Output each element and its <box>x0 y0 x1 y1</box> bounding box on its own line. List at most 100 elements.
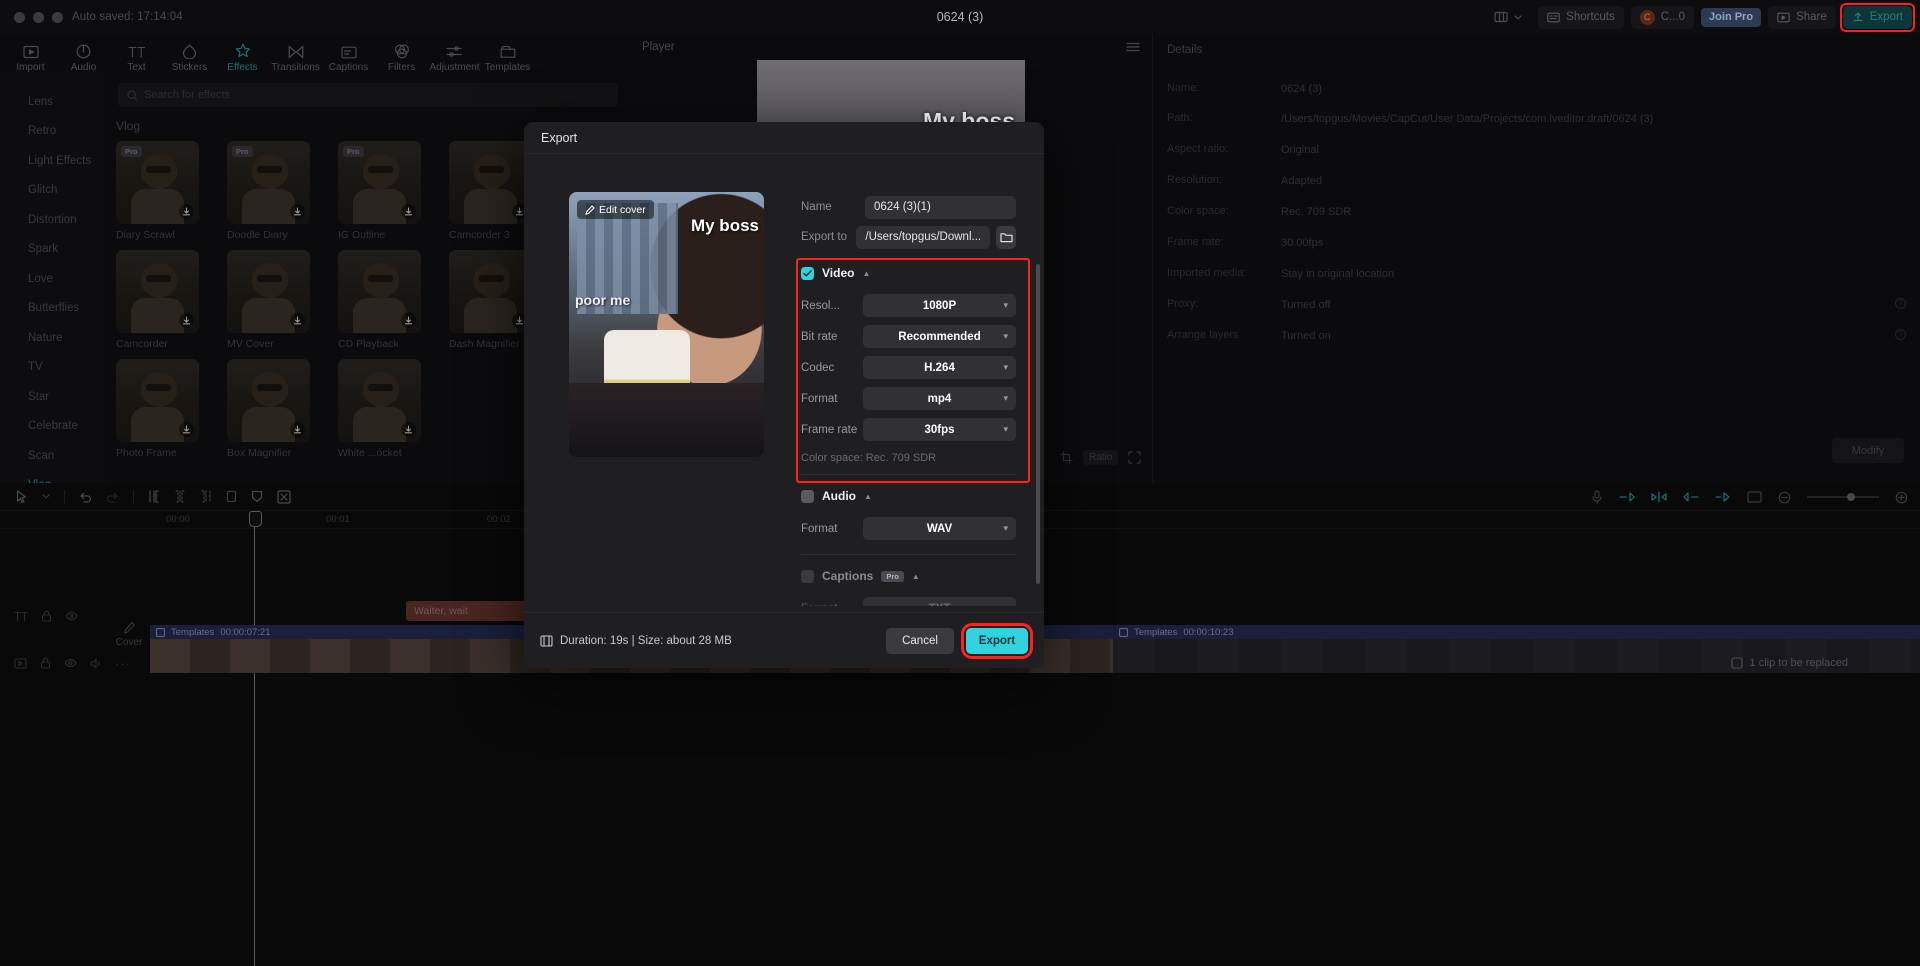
cancel-button[interactable]: Cancel <box>886 627 954 654</box>
name-input[interactable]: 0624 (3)(1) <box>865 195 1016 219</box>
account-button[interactable]: C C...0 <box>1630 5 1695 29</box>
help-icon[interactable]: ? <box>1895 298 1906 310</box>
trim-left-icon[interactable] <box>174 490 186 503</box>
lock-icon[interactable] <box>41 610 52 622</box>
browse-folder-button[interactable] <box>996 225 1016 249</box>
keyframe-next-icon[interactable] <box>1683 491 1699 503</box>
category-vlog[interactable]: Vlog <box>0 471 108 483</box>
join-pro-button[interactable]: Join Pro <box>1701 7 1762 27</box>
zoom-slider[interactable] <box>1807 493 1879 501</box>
audio-checkbox[interactable] <box>801 489 814 503</box>
effect-thumbnail[interactable] <box>227 250 310 333</box>
effect-item[interactable]: Camcorder <box>116 250 199 350</box>
eye-icon[interactable] <box>64 658 77 668</box>
download-icon[interactable] <box>179 204 194 219</box>
effect-item[interactable]: Camcorder 3 <box>449 141 532 241</box>
tab-transitions[interactable]: Transitions <box>269 41 322 73</box>
split-icon[interactable] <box>148 490 160 503</box>
search-input[interactable] <box>144 89 609 101</box>
effect-thumbnail[interactable]: Pro <box>227 141 310 224</box>
playhead[interactable] <box>249 511 262 966</box>
category-tv[interactable]: TV <box>0 353 108 383</box>
framerate-select[interactable]: 30fps ▾ <box>863 418 1016 441</box>
codec-select[interactable]: H.264 ▾ <box>863 356 1016 379</box>
tab-stickers[interactable]: Stickers <box>163 41 216 73</box>
effect-thumbnail[interactable] <box>449 141 532 224</box>
download-icon[interactable] <box>290 422 305 437</box>
cover-preview[interactable]: Edit cover My boss poor me <box>569 192 764 457</box>
effect-item[interactable]: Box Magnifier <box>227 359 310 459</box>
category-light-effects[interactable]: Light Effects <box>0 146 108 176</box>
download-icon[interactable] <box>290 313 305 328</box>
volume-icon[interactable] <box>90 658 102 669</box>
export-top-button[interactable]: Export <box>1842 5 1912 29</box>
tab-adjustment[interactable]: Adjustment <box>428 41 481 73</box>
download-icon[interactable] <box>401 204 416 219</box>
category-distortion[interactable]: Distortion <box>0 205 108 235</box>
captions-checkbox[interactable] <box>801 569 814 583</box>
tab-filters[interactable]: Filters <box>375 41 428 73</box>
crop-icon[interactable] <box>1060 450 1073 464</box>
video-track-clip-2[interactable]: Templates 00:00:10:23 1 clip to be repla… <box>1113 625 1920 673</box>
audio-format-select[interactable]: WAV ▾ <box>863 517 1016 540</box>
lock-icon[interactable] <box>40 657 51 669</box>
captions-format-select[interactable]: TXT ▾ <box>863 597 1016 606</box>
modify-button[interactable]: Modify <box>1832 438 1904 463</box>
tab-captions[interactable]: Captions <box>322 41 375 73</box>
adapt-icon[interactable] <box>1747 491 1762 503</box>
effect-thumbnail[interactable] <box>449 250 532 333</box>
effect-item[interactable]: Pro Doodle Diary <box>227 141 310 241</box>
mirror-icon[interactable] <box>1651 491 1667 503</box>
help-icon[interactable]: ? <box>1895 329 1906 340</box>
effect-thumbnail[interactable] <box>116 359 199 442</box>
effect-thumbnail[interactable] <box>116 250 199 333</box>
window-controls[interactable] <box>14 11 63 23</box>
bitrate-select[interactable]: Recommended ▾ <box>863 325 1016 348</box>
close-window-icon[interactable] <box>14 11 25 23</box>
fullscreen-icon[interactable] <box>1128 450 1141 464</box>
category-love[interactable]: Love <box>0 264 108 294</box>
export-to-input[interactable]: /Users/topgus/Downl... <box>856 225 991 249</box>
category-celebrate[interactable]: Celebrate <box>0 412 108 442</box>
chevron-up-icon[interactable]: ▲ <box>912 572 920 581</box>
download-icon[interactable] <box>290 204 305 219</box>
layout-switch-button[interactable] <box>1485 6 1531 29</box>
tab-templates[interactable]: Templates <box>481 41 534 73</box>
category-spark[interactable]: Spark <box>0 235 108 265</box>
trim-right-icon[interactable] <box>200 490 212 503</box>
effect-thumbnail[interactable] <box>338 359 421 442</box>
export-confirm-button[interactable]: Export <box>966 627 1028 654</box>
captions-section-header[interactable]: Captions Pro ▲ <box>801 559 1016 593</box>
settings-scrollbar[interactable] <box>1036 264 1040 584</box>
audio-section-header[interactable]: Audio ▲ <box>801 479 1016 513</box>
format-select[interactable]: mp4 ▾ <box>863 387 1016 410</box>
keyframe-prev-icon[interactable] <box>1619 491 1635 503</box>
chevron-down-icon[interactable] <box>42 494 50 499</box>
effect-item[interactable]: White ...ocket <box>338 359 421 459</box>
effect-thumbnail[interactable]: Pro <box>116 141 199 224</box>
minimize-window-icon[interactable] <box>33 11 44 23</box>
edit-cover-button[interactable]: Edit cover <box>577 200 654 219</box>
tab-effects[interactable]: Effects <box>216 41 269 73</box>
more-options-icon[interactable]: ··· <box>115 656 131 671</box>
download-icon[interactable] <box>179 313 194 328</box>
export-settings-scroll[interactable]: Video ▲ Resol... 1080P ▾ Bit rate Recomm… <box>801 256 1029 606</box>
category-retro[interactable]: Retro <box>0 117 108 147</box>
ratio-button[interactable]: Ratio <box>1083 449 1119 465</box>
video-checkbox[interactable] <box>801 266 814 280</box>
zoom-slider-handle[interactable] <box>1847 493 1855 501</box>
effect-item[interactable]: CD Playback <box>338 250 421 350</box>
effect-item[interactable]: Pro Diary Scrawl <box>116 141 199 241</box>
effect-thumbnail[interactable]: Pro <box>338 141 421 224</box>
mask-icon[interactable] <box>251 490 263 503</box>
effect-item[interactable]: Pro IG Outline <box>338 141 421 241</box>
category-scan[interactable]: Scan <box>0 441 108 471</box>
chevron-up-icon[interactable]: ▲ <box>862 269 870 278</box>
tab-audio[interactable]: Audio <box>57 41 110 73</box>
maximize-window-icon[interactable] <box>52 11 63 23</box>
tab-import[interactable]: Import <box>4 41 57 73</box>
tab-text[interactable]: Text <box>110 41 163 73</box>
effect-thumbnail[interactable] <box>227 359 310 442</box>
auto-cut-icon[interactable] <box>277 489 291 504</box>
effect-item[interactable]: MV Cover <box>227 250 310 350</box>
